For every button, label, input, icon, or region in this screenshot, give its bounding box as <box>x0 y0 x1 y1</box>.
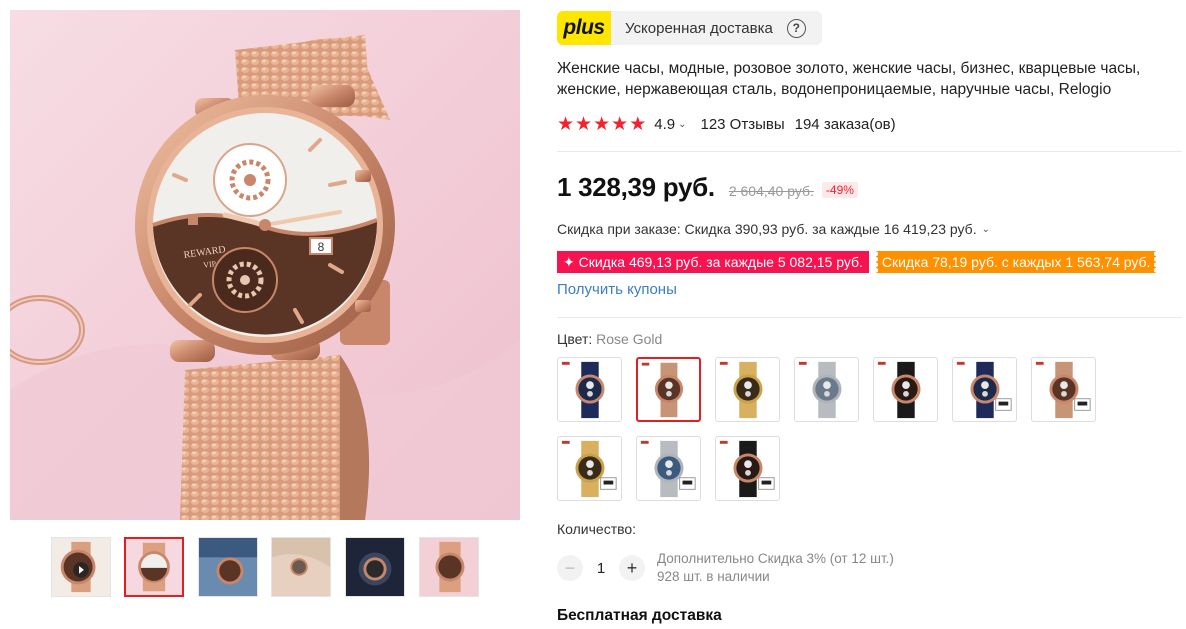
swatch-watch-image <box>561 440 617 498</box>
thumbnail-3-image <box>199 538 257 596</box>
discount-badge: -49% <box>821 182 858 198</box>
free-shipping-title: Бесплатная доставка <box>557 607 722 624</box>
thumbnail-1-image <box>52 538 110 596</box>
quantity-stepper: − 1 + Дополнительно Скидка 3% (от 12 шт.… <box>557 550 894 586</box>
bulk-discount-text: Дополнительно Скидка 3% (от 12 шт.) <box>657 551 894 566</box>
swatch-10[interactable] <box>715 436 780 501</box>
price-row: 1 328,39 руб. 2 604,40 руб. -49% <box>557 172 858 203</box>
star-icon: ★ <box>611 113 629 135</box>
stock-text: 928 шт. в наличии <box>657 569 770 584</box>
get-coupons-link[interactable]: Получить купоны <box>557 281 677 298</box>
thumbnail-2-image <box>126 539 182 595</box>
thumbnail-5[interactable] <box>345 537 405 597</box>
rating-stars: ★ ★ ★ ★ ★ <box>557 115 646 134</box>
thumbnail-6-image <box>420 538 478 596</box>
quantity-minus-button[interactable]: − <box>557 555 583 581</box>
plus-badge: plus <box>557 11 611 45</box>
product-title: Женские часы, модные, розовое золото, же… <box>557 60 1141 98</box>
swatch-9[interactable] <box>636 436 701 501</box>
svg-text:8: 8 <box>318 240 325 254</box>
star-icon: ★ <box>593 113 611 135</box>
rating-row: ★ ★ ★ ★ ★ 4.9 ⌄ 123 Отзывы 194 заказа(ов… <box>557 113 896 135</box>
quantity-info: Дополнительно Скидка 3% (от 12 шт.) 928 … <box>657 550 894 586</box>
swatch-7[interactable] <box>1031 357 1096 422</box>
chevron-down-icon: ⌄ <box>981 223 990 235</box>
swatch-2[interactable] <box>636 357 701 422</box>
star-icon: ★ <box>557 113 575 135</box>
watch-photo: 8 REWARD VIP <box>10 10 520 520</box>
swatch-watch-image <box>641 362 684 418</box>
thumbnail-strip <box>51 537 481 597</box>
thumbnail-5-image <box>346 538 404 596</box>
swatch-watch-image <box>877 361 921 419</box>
swatch-watch-image <box>561 361 605 419</box>
plus-delivery-banner[interactable]: plus Ускоренная доставка ? <box>557 11 822 45</box>
color-label-text: Цвет: <box>557 331 593 347</box>
quantity-plus-button[interactable]: + <box>619 555 645 581</box>
quantity-input[interactable]: 1 <box>583 560 619 577</box>
order-discount[interactable]: Скидка при заказе: Скидка 390,93 руб. за… <box>557 221 990 237</box>
swatch-4[interactable] <box>794 357 859 422</box>
swatch-5[interactable] <box>873 357 938 422</box>
thumbnail-4-image <box>272 538 330 596</box>
swatch-1[interactable] <box>557 357 622 422</box>
plus-delivery-text: Ускоренная доставка <box>625 19 773 37</box>
order-discount-text: Скидка при заказе: Скидка 390,93 руб. за… <box>557 221 977 237</box>
coupon-store-discount[interactable]: ✦ Скидка 469,13 руб. за каждые 5 082,15 … <box>557 251 869 273</box>
current-price: 1 328,39 руб. <box>557 172 715 202</box>
thumbnail-3[interactable] <box>198 537 258 597</box>
old-price: 2 604,40 руб. <box>728 183 814 199</box>
chevron-down-icon[interactable]: ⌄ <box>678 119 686 130</box>
swatch-8[interactable] <box>557 436 622 501</box>
svg-text:VIP: VIP <box>203 259 218 270</box>
star-icon: ★ <box>575 113 593 135</box>
main-product-image[interactable]: 8 REWARD VIP <box>10 10 520 520</box>
coupon-select-discount[interactable]: Скидка 78,19 руб. с каждых 1 563,74 руб. <box>873 251 1158 273</box>
color-swatches <box>557 357 1117 502</box>
thumbnail-2[interactable] <box>124 537 184 597</box>
divider <box>557 317 1182 318</box>
swatch-watch-image <box>719 440 775 498</box>
orders-count: 194 заказа(ов) <box>794 115 896 133</box>
swatch-watch-image <box>640 440 696 498</box>
swatch-watch-image <box>798 361 842 419</box>
thumbnail-4[interactable] <box>271 537 331 597</box>
rating-value[interactable]: 4.9 <box>654 116 675 133</box>
swatch-watch-image <box>956 361 1012 419</box>
reviews-link[interactable]: 123 Отзывы <box>700 116 784 133</box>
thumbnail-1[interactable] <box>51 537 111 597</box>
color-selected-value: Rose Gold <box>596 331 663 347</box>
swatch-6[interactable] <box>952 357 1017 422</box>
divider <box>557 151 1182 152</box>
swatch-watch-image <box>719 361 763 419</box>
color-label: Цвет: Rose Gold <box>557 331 662 347</box>
coupon-row: ✦ Скидка 469,13 руб. за каждые 5 082,15 … <box>557 251 1158 273</box>
help-icon[interactable]: ? <box>786 18 806 38</box>
thumbnail-6[interactable] <box>419 537 479 597</box>
swatch-watch-image <box>1035 361 1091 419</box>
star-icon: ★ <box>629 113 647 135</box>
quantity-label: Количество: <box>557 521 637 537</box>
swatch-3[interactable] <box>715 357 780 422</box>
